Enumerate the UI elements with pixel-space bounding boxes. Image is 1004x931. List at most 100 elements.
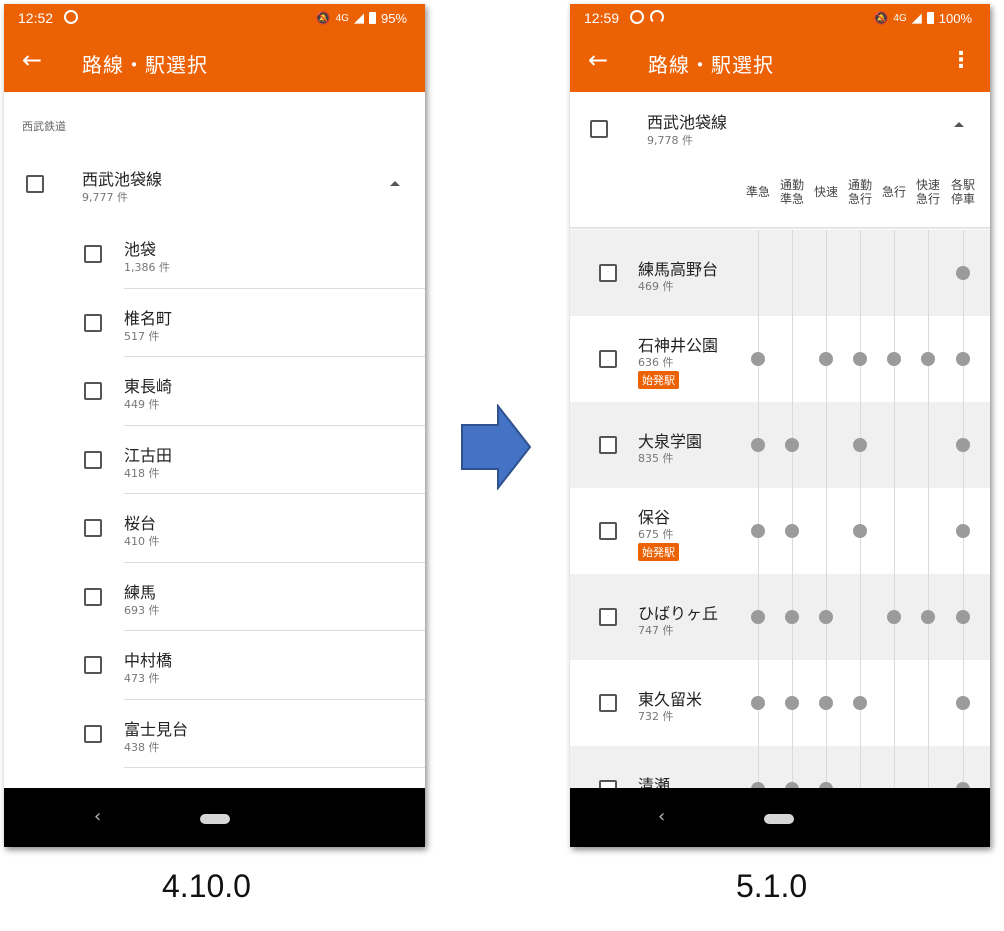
station-count: 438 件 xyxy=(124,740,160,754)
stop-dot xyxy=(751,696,765,710)
station-checkbox[interactable] xyxy=(84,245,102,263)
list-item[interactable]: 中村橋 473 件 xyxy=(4,631,425,700)
phone-old-version: 12:52 🔕 4G ◢ 95% ← 路線・駅選択 西武鉄道 西武池袋線 9,7… xyxy=(4,4,425,847)
signal-icon: ◢ xyxy=(911,10,922,25)
list-item[interactable]: 練馬 693 件 xyxy=(4,563,425,631)
station-name: 池袋 xyxy=(124,240,157,259)
station-count: 469 件 xyxy=(638,280,674,293)
station-name: 富士見台 xyxy=(124,719,189,739)
station-count: 747 件 xyxy=(638,624,674,637)
stop-dot xyxy=(853,438,867,452)
list-item[interactable]: 椎名町 517 件 xyxy=(4,289,425,357)
arrow-back-icon[interactable]: ← xyxy=(22,46,42,74)
app-notification-icon xyxy=(64,10,78,24)
station-count: 449 件 xyxy=(124,398,160,411)
station-count: 675 件 xyxy=(638,528,674,541)
station-count: 418 件 xyxy=(124,466,160,480)
stop-dot xyxy=(785,524,799,538)
list-item[interactable]: 江古田 418 件 xyxy=(4,426,425,494)
station-checkbox[interactable] xyxy=(599,608,617,626)
collapse-caret-icon[interactable] xyxy=(390,181,400,186)
station-checkbox[interactable] xyxy=(599,350,617,368)
train-type-header: 準急 xyxy=(742,185,774,199)
list-item[interactable]: 練馬高野台 xyxy=(4,768,425,788)
station-name: 練馬 xyxy=(124,582,157,602)
stop-dot xyxy=(751,438,765,452)
train-type-line1: 各駅 xyxy=(950,178,975,192)
station-count: 835 件 xyxy=(638,452,674,465)
status-bar: 12:52 🔕 4G ◢ 95% xyxy=(4,4,425,32)
station-checkbox[interactable] xyxy=(84,450,102,469)
station-checkbox[interactable] xyxy=(84,382,102,400)
table-row[interactable]: 清瀬567 件 xyxy=(570,746,990,788)
list-item[interactable]: 桜台 410 件 xyxy=(4,494,425,563)
collapse-caret-icon[interactable] xyxy=(954,122,964,127)
station-checkbox[interactable] xyxy=(84,656,102,674)
battery-icon xyxy=(368,12,376,24)
train-type-line1: 快速 xyxy=(915,178,940,192)
right-arrow-icon xyxy=(461,404,532,490)
stop-dot xyxy=(956,696,970,710)
stop-dot xyxy=(751,524,765,538)
list-item[interactable]: 富士見台 438 件 xyxy=(4,700,425,768)
station-count: 473 件 xyxy=(124,672,160,685)
stop-dot xyxy=(819,696,833,710)
train-type-header: 快速 急行 xyxy=(912,178,944,206)
section-label: 西武鉄道 xyxy=(22,120,66,133)
nav-home-pill[interactable] xyxy=(764,814,794,824)
line-name: 西武池袋線 xyxy=(647,113,728,132)
battery-percent: 95% xyxy=(380,10,407,26)
train-type-header: 通勤 準急 xyxy=(776,178,808,206)
station-checkbox[interactable] xyxy=(599,264,617,282)
more-vert-icon[interactable]: ⋮ xyxy=(950,48,972,73)
stop-dot xyxy=(751,610,765,624)
table-row[interactable]: 東久留米 732 件 xyxy=(570,660,990,746)
nav-back-icon[interactable]: ‹ xyxy=(658,806,665,827)
stop-dot xyxy=(853,524,867,538)
station-count: 732 件 xyxy=(638,710,674,723)
line-count: 9,778 件 xyxy=(647,134,693,147)
station-checkbox[interactable] xyxy=(599,522,617,540)
page-title: 路線・駅選択 xyxy=(648,53,774,77)
mute-icon: 🔕 xyxy=(873,11,889,25)
stop-dot xyxy=(956,524,970,538)
stop-dot xyxy=(887,352,901,366)
station-checkbox[interactable] xyxy=(84,587,102,606)
table-row[interactable]: 大泉学園 835 件 xyxy=(570,402,990,488)
train-type-header: 快速 xyxy=(810,185,842,199)
station-name: 江古田 xyxy=(124,445,173,465)
stop-dot xyxy=(785,696,799,710)
station-checkbox[interactable] xyxy=(599,694,617,712)
list-item[interactable]: 池袋 1,386 件 xyxy=(4,220,425,289)
train-type-line2: 急行 xyxy=(915,192,940,206)
station-checkbox[interactable] xyxy=(599,780,617,788)
mute-icon: 🔕 xyxy=(315,11,331,25)
stop-dot xyxy=(921,610,935,624)
nav-back-icon[interactable]: ‹ xyxy=(94,806,101,827)
line-checkbox[interactable] xyxy=(590,120,608,138)
table-row[interactable]: 練馬高野台 469 件 xyxy=(570,230,990,316)
stop-dot xyxy=(956,438,970,452)
train-type-line2: 急行 xyxy=(847,192,872,206)
station-checkbox[interactable] xyxy=(84,313,102,332)
table-row[interactable]: 保谷 675 件始発駅 xyxy=(570,488,990,574)
page-title: 路線・駅選択 xyxy=(82,53,208,77)
system-nav-bar: ‹ xyxy=(4,788,425,847)
nav-home-pill[interactable] xyxy=(200,814,230,824)
station-list[interactable]: 西武鉄道 西武池袋線 9,777 件 池袋 1,386 件椎名町 517 件東長崎 4… xyxy=(4,92,425,788)
line-checkbox[interactable] xyxy=(26,175,44,193)
station-table[interactable]: 西武池袋線 9,778 件 準急 通勤 準急 快速 通勤 急行 急行 快速 急行 各駅 停車 練馬高… xyxy=(570,92,990,788)
station-checkbox[interactable] xyxy=(84,724,102,743)
station-checkbox[interactable] xyxy=(84,519,102,537)
station-checkbox[interactable] xyxy=(599,436,617,454)
train-type-header: 各駅 停車 xyxy=(947,178,979,206)
arrow-back-icon[interactable]: ← xyxy=(588,46,608,74)
station-name: 保谷 xyxy=(638,508,671,527)
station-name: 中村橋 xyxy=(124,651,173,670)
line-count: 9,777 件 xyxy=(82,191,128,204)
status-bar: 12:59 🔕 4G ◢ 100% xyxy=(570,4,990,32)
train-type-line2: 停車 xyxy=(950,192,975,206)
stop-dot xyxy=(956,266,970,280)
list-item[interactable]: 東長崎 449 件 xyxy=(4,357,425,426)
status-time: 12:59 xyxy=(584,10,620,26)
